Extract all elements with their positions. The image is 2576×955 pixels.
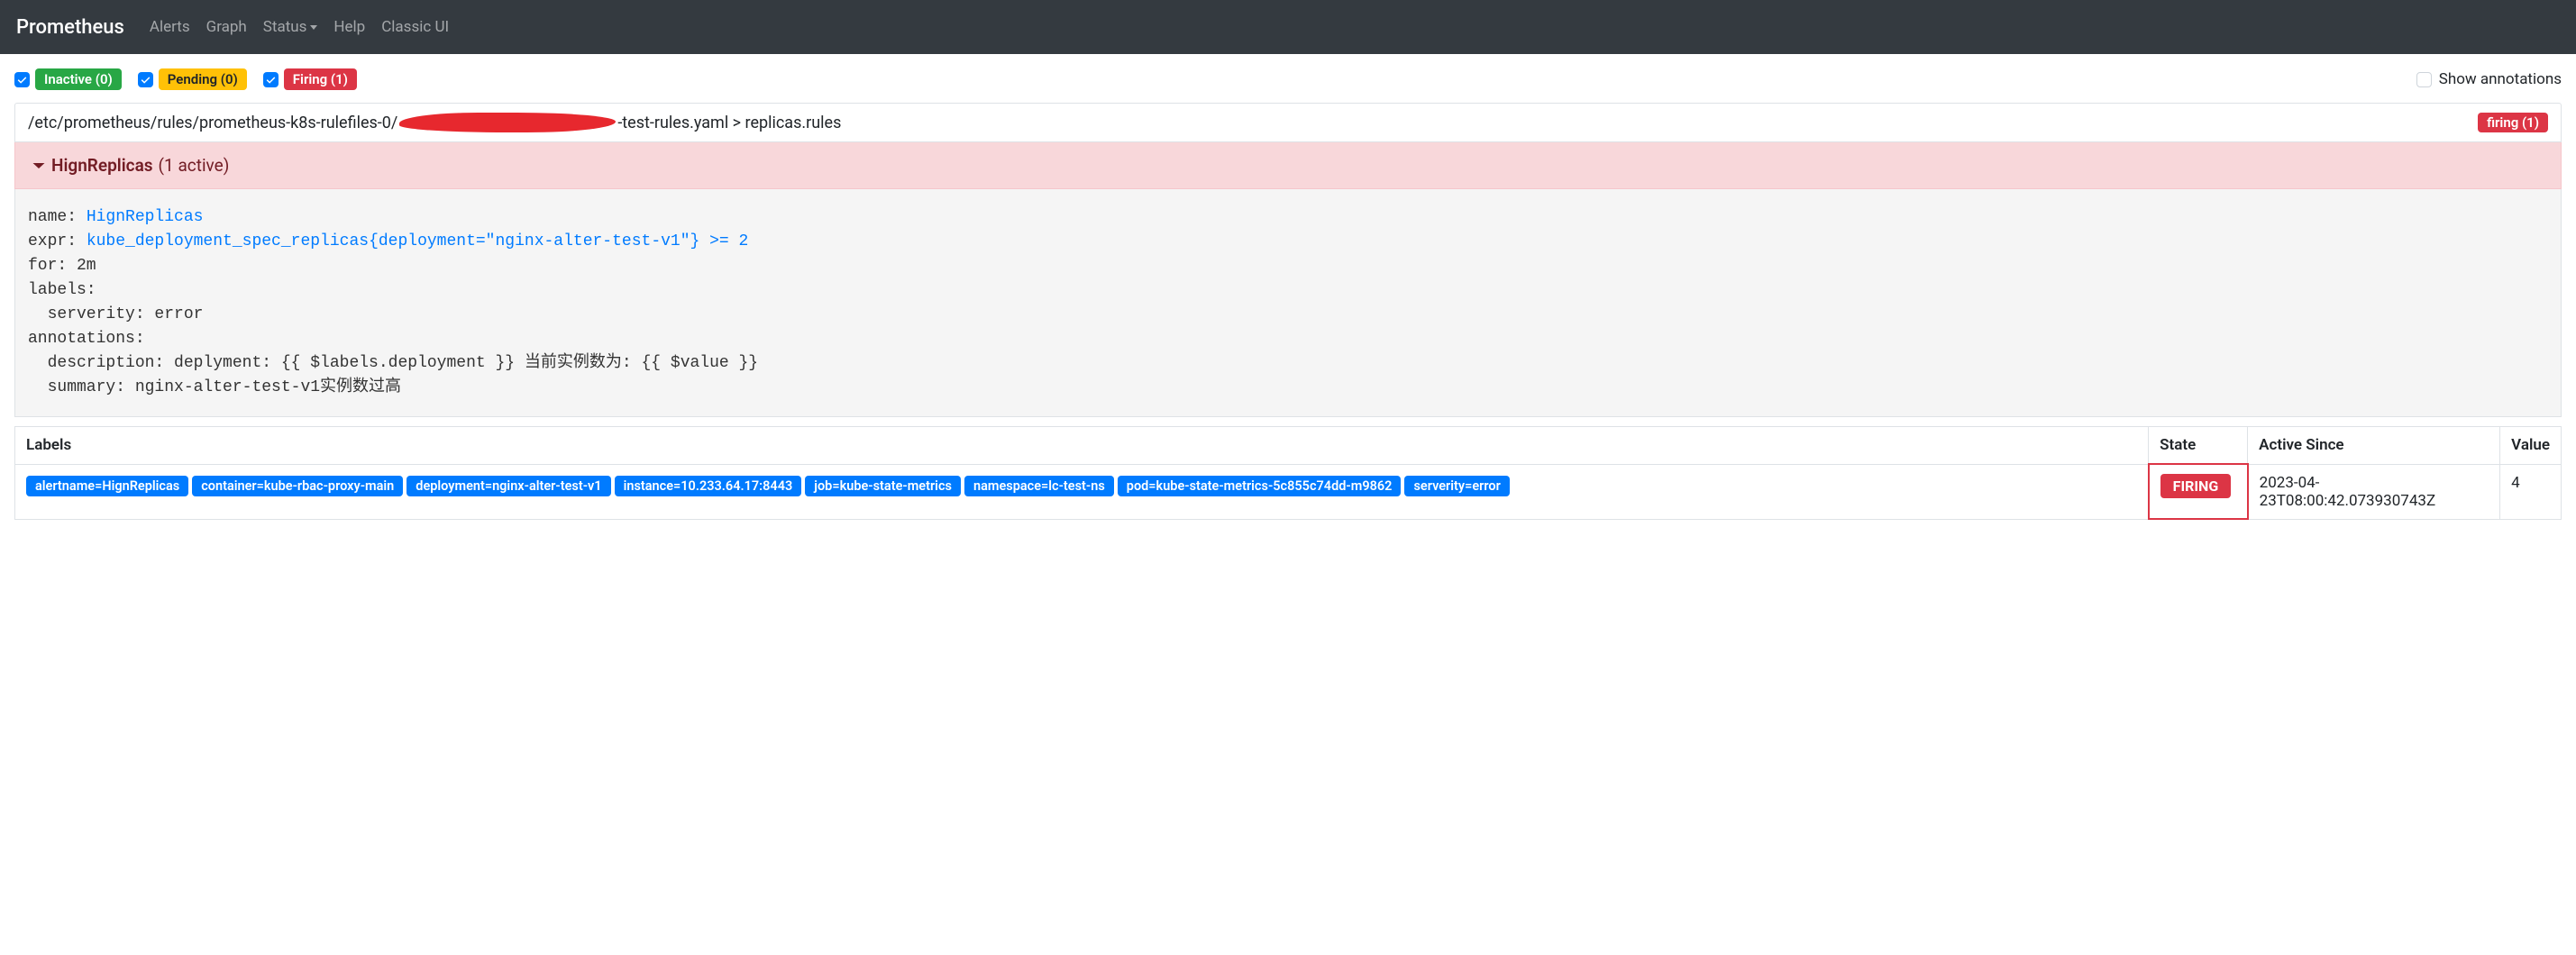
label-badge[interactable]: container=kube-rbac-proxy-main [192, 476, 403, 496]
alert-name: HignReplicas [51, 155, 153, 176]
rule-def-link[interactable]: HignReplicas [87, 208, 204, 226]
pill-firing[interactable]: Firing (1) [284, 68, 357, 90]
checkbox-show-annotations[interactable] [2416, 72, 2432, 87]
cell-state: FIRING [2149, 464, 2248, 519]
alerts-table: Labels State Active Since Value alertnam… [14, 426, 2562, 520]
th-labels: Labels [15, 427, 2149, 465]
check-icon [266, 75, 276, 85]
nav-status[interactable]: Status [263, 18, 318, 36]
nav-links: Alerts Graph Status Help Classic UI [150, 18, 449, 36]
checkbox-firing[interactable] [263, 72, 279, 87]
cell-value: 4 [2500, 464, 2562, 519]
alert-header[interactable]: HignReplicas (1 active) [14, 142, 2562, 189]
nav-help[interactable]: Help [333, 18, 365, 36]
nav-graph[interactable]: Graph [206, 18, 247, 36]
alert-active-count: (1 active) [159, 155, 230, 176]
rule-group: /etc/prometheus/rules/prometheus-k8s-rul… [14, 103, 2562, 520]
label-badge[interactable]: alertname=HignReplicas [26, 476, 188, 496]
label-badge[interactable]: pod=kube-state-metrics-5c855c74dd-m9862 [1118, 476, 1402, 496]
cell-active-since: 2023-04-23T08:00:42.073930743Z [2248, 464, 2500, 519]
show-annotations-label: Show annotations [2439, 70, 2562, 88]
pill-pending[interactable]: Pending (0) [159, 68, 247, 90]
table-header-row: Labels State Active Since Value [15, 427, 2562, 465]
rule-file-header[interactable]: /etc/prometheus/rules/prometheus-k8s-rul… [14, 103, 2562, 142]
rule-def-link[interactable]: kube_deployment_spec_replicas{deployment… [87, 232, 749, 250]
filter-pending: Pending (0) [138, 68, 247, 90]
checkbox-inactive[interactable] [14, 72, 30, 87]
checkbox-pending[interactable] [138, 72, 153, 87]
rule-definition: name: HignReplicasexpr: kube_deployment_… [14, 189, 2562, 417]
navbar: Prometheus Alerts Graph Status Help Clas… [0, 0, 2576, 54]
brand[interactable]: Prometheus [16, 16, 124, 39]
label-badge[interactable]: deployment=nginx-alter-test-v1 [406, 476, 610, 496]
filter-bar: Inactive (0) Pending (0) Firing (1) Show… [14, 68, 2562, 90]
redacted-region [399, 113, 616, 132]
label-badge[interactable]: job=kube-state-metrics [805, 476, 961, 496]
state-badge-firing: FIRING [2160, 474, 2232, 498]
table-row: alertname=HignReplicascontainer=kube-rba… [15, 464, 2562, 519]
pill-inactive[interactable]: Inactive (0) [35, 68, 122, 90]
label-badge[interactable]: serverity=error [1404, 476, 1509, 496]
nav-status-label: Status [263, 18, 307, 36]
nav-alerts[interactable]: Alerts [150, 18, 190, 36]
rule-path-suffix: -test-rules.yaml > replicas.rules [617, 114, 841, 132]
show-annotations: Show annotations [2416, 70, 2562, 88]
th-active-since: Active Since [2248, 427, 2500, 465]
cell-labels: alertname=HignReplicascontainer=kube-rba… [15, 464, 2149, 519]
filter-inactive: Inactive (0) [14, 68, 122, 90]
th-state: State [2149, 427, 2248, 465]
filter-left: Inactive (0) Pending (0) Firing (1) [14, 68, 357, 90]
rule-file-path: /etc/prometheus/rules/prometheus-k8s-rul… [28, 113, 841, 132]
label-badge[interactable]: instance=10.233.64.17:8443 [615, 476, 802, 496]
check-icon [17, 75, 27, 85]
nav-classic-ui[interactable]: Classic UI [381, 18, 449, 36]
th-value: Value [2500, 427, 2562, 465]
content: Inactive (0) Pending (0) Firing (1) Show… [0, 54, 2576, 534]
check-icon [141, 75, 151, 85]
caret-down-icon [310, 25, 317, 30]
filter-firing: Firing (1) [263, 68, 357, 90]
chevron-down-icon [32, 159, 46, 173]
label-badge[interactable]: namespace=lc-test-ns [964, 476, 1114, 496]
firing-count-badge: firing (1) [2478, 113, 2548, 132]
rule-path-prefix: /etc/prometheus/rules/prometheus-k8s-rul… [28, 114, 397, 132]
